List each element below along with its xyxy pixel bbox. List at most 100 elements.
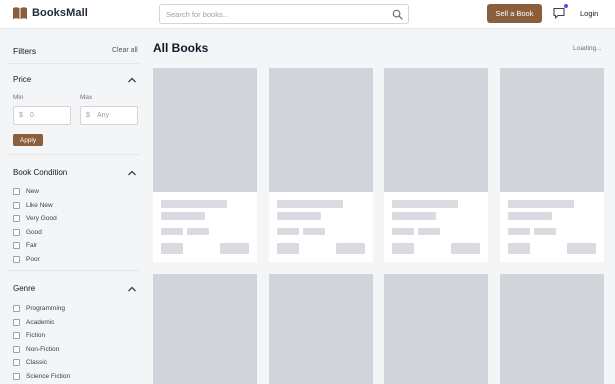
- top-header: BooksMall Sell a Book Login: [0, 0, 615, 29]
- genre-option-science-fiction[interactable]: Science Fiction: [13, 371, 70, 381]
- logo[interactable]: BooksMall: [12, 6, 88, 20]
- currency-symbol: $: [19, 112, 23, 119]
- price-section-title: Price: [13, 75, 32, 84]
- price-skeleton: [161, 243, 183, 254]
- condition-option-poor[interactable]: Poor: [13, 254, 40, 264]
- price-skeleton: [392, 243, 414, 254]
- condition-option-good[interactable]: Good: [13, 227, 42, 237]
- button-skeleton: [220, 243, 249, 254]
- title-skeleton: [392, 200, 458, 208]
- checkbox[interactable]: [13, 372, 20, 380]
- genre-option-non-fiction[interactable]: Non-Fiction: [13, 344, 59, 354]
- cover-skeleton: [500, 274, 604, 384]
- cover-skeleton: [500, 68, 604, 192]
- option-label: Fair: [26, 241, 38, 249]
- condition-option-like-new[interactable]: Like New: [13, 200, 53, 210]
- checkbox[interactable]: [13, 255, 20, 263]
- tag-skeleton: [418, 228, 440, 235]
- checkbox[interactable]: [13, 214, 20, 222]
- option-label: Fiction: [26, 331, 46, 339]
- option-label: Good: [26, 228, 42, 236]
- condition-option-new[interactable]: New: [13, 186, 39, 196]
- title-skeleton: [508, 200, 574, 208]
- book-card-skeleton: [384, 68, 488, 262]
- price-skeleton: [508, 243, 530, 254]
- clear-all-link[interactable]: Clear all: [112, 47, 138, 54]
- book-card-skeleton: [153, 274, 257, 384]
- cover-skeleton: [153, 68, 257, 192]
- tag-skeleton: [277, 228, 299, 235]
- book-card-skeleton: [153, 68, 257, 262]
- search-icon[interactable]: [392, 9, 403, 20]
- checkbox[interactable]: [13, 331, 20, 339]
- option-label: New: [26, 187, 40, 195]
- button-skeleton: [451, 243, 480, 254]
- loading-status: Loading...: [573, 45, 602, 52]
- condition-option-fair[interactable]: Fair: [13, 240, 37, 250]
- subtitle-skeleton: [392, 212, 436, 220]
- genre-section-title: Genre: [13, 284, 36, 293]
- tag-skeleton: [392, 228, 414, 235]
- divider: [8, 270, 140, 271]
- book-card-skeleton: [269, 68, 373, 262]
- apply-price-button[interactable]: Apply: [13, 134, 43, 146]
- checkbox[interactable]: [13, 358, 20, 366]
- option-label: Non-Fiction: [26, 345, 60, 353]
- book-card-skeleton: [269, 274, 373, 384]
- condition-section-title: Book Condition: [13, 168, 68, 177]
- checkbox[interactable]: [13, 187, 20, 195]
- search-bar[interactable]: [159, 4, 409, 24]
- chevron-up-icon[interactable]: [127, 76, 137, 84]
- min-price-placeholder: 0: [30, 112, 34, 119]
- checkbox[interactable]: [13, 304, 20, 312]
- divider: [8, 154, 140, 155]
- tag-skeleton: [303, 228, 325, 235]
- title-skeleton: [277, 200, 343, 208]
- book-card-skeleton: [500, 68, 604, 262]
- max-price-label: Max: [80, 94, 93, 101]
- cover-skeleton: [384, 274, 488, 384]
- chevron-up-icon[interactable]: [127, 169, 137, 177]
- tag-skeleton: [161, 228, 183, 235]
- tag-skeleton: [187, 228, 209, 235]
- filters-title: Filters: [13, 46, 37, 56]
- subtitle-skeleton: [161, 212, 205, 220]
- book-card-skeleton: [500, 274, 604, 384]
- checkbox[interactable]: [13, 241, 20, 249]
- genre-option-fiction[interactable]: Fiction: [13, 330, 45, 340]
- checkbox[interactable]: [13, 345, 20, 353]
- message-icon[interactable]: [552, 6, 566, 20]
- cover-skeleton: [153, 274, 257, 384]
- condition-option-very-good[interactable]: Very Good: [13, 213, 57, 223]
- search-input[interactable]: [166, 7, 386, 21]
- sell-a-book-button[interactable]: Sell a Book: [487, 4, 542, 23]
- min-price-input[interactable]: $ 0: [13, 106, 71, 125]
- page-title: All Books: [153, 41, 209, 55]
- genre-option-classic[interactable]: Classic: [13, 357, 47, 367]
- cover-skeleton: [384, 68, 488, 192]
- book-card-skeleton: [384, 274, 488, 384]
- option-label: Like New: [26, 201, 53, 209]
- checkbox[interactable]: [13, 228, 20, 236]
- title-skeleton: [161, 200, 227, 208]
- option-label: Science Fiction: [26, 372, 71, 380]
- login-link[interactable]: Login: [580, 9, 598, 18]
- chevron-up-icon[interactable]: [127, 285, 137, 293]
- filters-sidebar: Filters Clear all Price Min Max $ 0 $ An…: [0, 30, 148, 384]
- notification-dot: [564, 4, 568, 8]
- button-skeleton: [336, 243, 365, 254]
- checkbox[interactable]: [13, 318, 20, 326]
- button-skeleton: [567, 243, 596, 254]
- price-skeleton: [277, 243, 299, 254]
- genre-option-programming[interactable]: Programming: [13, 303, 65, 313]
- option-label: Programming: [26, 304, 66, 312]
- checkbox[interactable]: [13, 201, 20, 209]
- option-label: Academic: [26, 318, 55, 326]
- option-label: Classic: [26, 358, 47, 366]
- currency-symbol: $: [86, 112, 90, 119]
- cover-skeleton: [269, 68, 373, 192]
- subtitle-skeleton: [277, 212, 321, 220]
- subtitle-skeleton: [508, 212, 552, 220]
- genre-option-academic[interactable]: Academic: [13, 317, 55, 327]
- max-price-input[interactable]: $ Any: [80, 106, 138, 125]
